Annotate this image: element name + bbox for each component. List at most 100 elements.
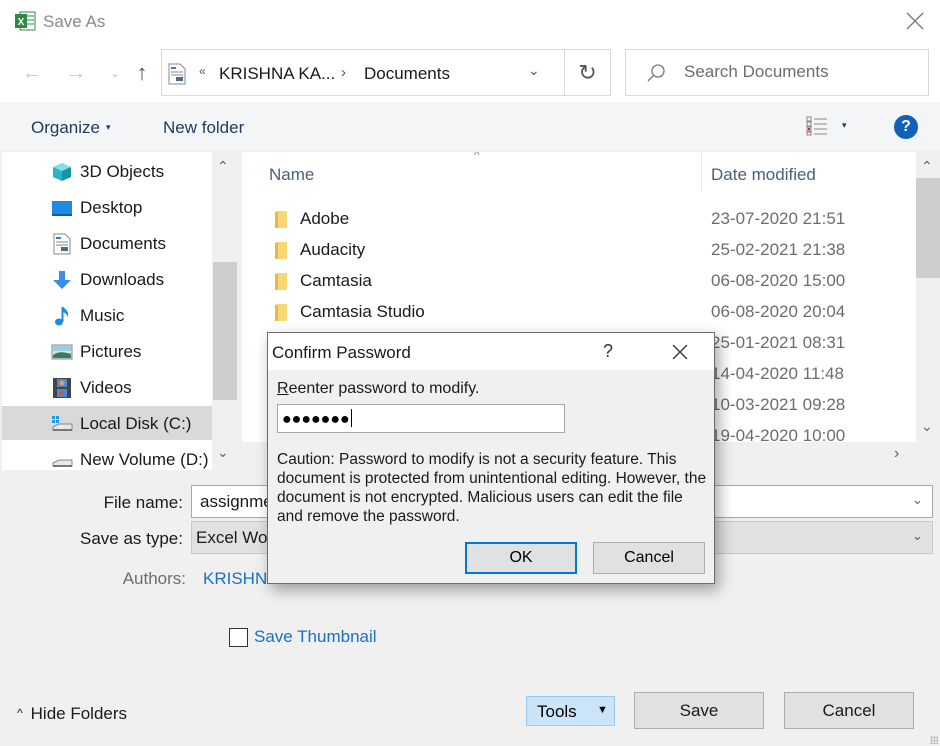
dialog-title-bar: Confirm Password ? bbox=[268, 333, 714, 370]
refresh-icon: ↻ bbox=[578, 59, 597, 85]
column-header-name[interactable]: Name bbox=[269, 165, 314, 185]
ok-button[interactable]: OK bbox=[465, 542, 577, 574]
desktop-icon bbox=[52, 201, 72, 216]
file-row[interactable]: Audacity 25-02-2021 21:38 bbox=[242, 235, 916, 266]
excel-icon: X bbox=[15, 11, 36, 31]
reenter-password-label: Reenter password to modify. bbox=[277, 380, 479, 398]
organize-label: Organize bbox=[31, 118, 100, 137]
dialog-cancel-button[interactable]: Cancel bbox=[593, 542, 705, 574]
save-as-type-label: Save as type: bbox=[79, 529, 183, 548]
sidebar-item-new-volume-d[interactable]: New Volume (D:) bbox=[2, 442, 212, 470]
scrollbar-thumb[interactable] bbox=[213, 262, 237, 400]
password-input[interactable]: ●●●●●●● bbox=[277, 404, 565, 433]
breadcrumb-documents[interactable]: Documents bbox=[364, 64, 450, 84]
caret-down-icon: ▼ bbox=[597, 704, 608, 716]
save-button[interactable]: Save bbox=[634, 692, 764, 729]
view-details-icon[interactable] bbox=[806, 116, 828, 136]
scroll-right-icon[interactable]: › bbox=[894, 445, 899, 463]
downloads-icon bbox=[53, 271, 71, 289]
breadcrumb-user[interactable]: KRISHNA KA... bbox=[219, 64, 335, 84]
command-bar: Organize ▾ New folder ▾ ? bbox=[0, 102, 940, 150]
sidebar-item-label: Music bbox=[80, 306, 125, 325]
sidebar-item-label: Local Disk (C:) bbox=[80, 414, 192, 433]
window-title: Save As bbox=[43, 12, 106, 31]
chevron-down-icon[interactable]: ⌄ bbox=[912, 492, 923, 508]
folder-icon bbox=[275, 242, 287, 259]
sidebar-item-3d-objects[interactable]: 3D Objects bbox=[2, 154, 212, 188]
tools-button[interactable]: Tools ▼ bbox=[526, 696, 615, 726]
sidebar-item-documents[interactable]: Documents bbox=[2, 226, 212, 260]
accelerator-key: R bbox=[277, 380, 289, 397]
password-value: ●●●●●●● bbox=[282, 409, 352, 429]
documents-icon bbox=[53, 233, 71, 255]
hide-folders-label: Hide Folders bbox=[30, 704, 128, 723]
column-divider[interactable] bbox=[701, 152, 702, 192]
file-date-modified: 06-08-2020 15:00 bbox=[711, 271, 846, 290]
up-button[interactable]: ↑ bbox=[130, 60, 154, 86]
caret-down-icon: ▾ bbox=[105, 122, 111, 132]
authors-value[interactable]: KRISHN bbox=[203, 569, 267, 589]
sidebar-item-label: Videos bbox=[80, 378, 132, 397]
sidebar-item-local-disk-c[interactable]: Local Disk (C:) bbox=[2, 406, 212, 440]
search-input[interactable] bbox=[684, 62, 914, 82]
file-list-vertical-scrollbar[interactable]: ⌃ ⌄ bbox=[916, 152, 940, 442]
file-date-modified: 14-04-2020 11:48 bbox=[711, 364, 844, 383]
confirm-password-dialog: Confirm Password ? Reenter password to m… bbox=[267, 332, 715, 584]
file-row[interactable]: Camtasia Studio 06-08-2020 20:04 bbox=[242, 297, 916, 328]
file-name: Camtasia bbox=[300, 271, 372, 290]
file-date-modified: 06-08-2020 20:04 bbox=[711, 302, 846, 321]
scroll-up-icon[interactable]: ⌃ bbox=[217, 158, 229, 175]
music-icon bbox=[55, 307, 69, 326]
column-header-date-modified[interactable]: Date modified bbox=[711, 165, 816, 185]
file-name: Audacity bbox=[300, 240, 366, 259]
help-button[interactable]: ? bbox=[894, 115, 918, 139]
navigation-pane: 3D Objects Desktop Documents Downloads M… bbox=[2, 152, 212, 470]
cancel-button[interactable]: Cancel bbox=[784, 692, 914, 729]
drive-icon bbox=[52, 416, 73, 431]
title-bar: X Save As bbox=[0, 0, 940, 46]
file-row[interactable]: Adobe 23-07-2020 21:51 bbox=[242, 204, 916, 235]
search-box[interactable] bbox=[625, 49, 929, 96]
resize-grip[interactable] bbox=[930, 736, 938, 744]
file-name: Camtasia Studio bbox=[300, 302, 425, 321]
sidebar-scrollbar[interactable]: ⌃ ⌄ bbox=[213, 152, 237, 470]
sidebar-item-downloads[interactable]: Downloads bbox=[2, 262, 212, 296]
tools-label: Tools bbox=[537, 702, 577, 721]
back-button[interactable]: ← bbox=[20, 60, 44, 86]
folder-icon bbox=[275, 211, 287, 228]
view-options-caret-icon[interactable]: ▾ bbox=[842, 120, 847, 131]
scrollbar-thumb[interactable] bbox=[916, 178, 940, 278]
breadcrumb-overflow[interactable]: « bbox=[199, 64, 206, 78]
scroll-down-icon[interactable]: ⌄ bbox=[217, 444, 229, 461]
sidebar-item-pictures[interactable]: Pictures bbox=[2, 334, 212, 368]
password-mask: ●●●●●●● bbox=[282, 411, 350, 428]
recent-locations-chevron-icon[interactable]: ⌄ bbox=[103, 60, 127, 86]
label-text: eenter password to modify. bbox=[288, 380, 480, 397]
save-thumbnail-label[interactable]: Save Thumbnail bbox=[254, 627, 377, 647]
sidebar-item-music[interactable]: Music bbox=[2, 298, 212, 332]
breadcrumb-separator-icon[interactable]: › bbox=[341, 64, 346, 81]
sidebar-item-videos[interactable]: Videos bbox=[2, 370, 212, 404]
close-icon[interactable] bbox=[904, 10, 926, 32]
sidebar-item-desktop[interactable]: Desktop bbox=[2, 190, 212, 224]
new-folder-button[interactable]: New folder bbox=[163, 118, 244, 138]
chevron-down-icon[interactable]: ⌄ bbox=[912, 528, 923, 544]
organize-button[interactable]: Organize ▾ bbox=[31, 118, 111, 138]
videos-icon bbox=[53, 378, 71, 398]
address-dropdown-icon[interactable]: ⌄ bbox=[528, 62, 540, 79]
refresh-button[interactable]: ↻ bbox=[565, 49, 611, 96]
documents-icon bbox=[168, 63, 186, 85]
address-bar[interactable]: « KRISHNA KA... › Documents ⌄ bbox=[161, 49, 565, 96]
scroll-up-icon[interactable]: ⌃ bbox=[921, 158, 933, 175]
file-row[interactable]: Camtasia 06-08-2020 15:00 bbox=[242, 266, 916, 297]
dialog-help-button[interactable]: ? bbox=[603, 341, 613, 362]
file-date-modified: 10-03-2021 09:28 bbox=[711, 395, 846, 414]
svg-text:X: X bbox=[18, 17, 25, 28]
forward-button[interactable]: → bbox=[64, 60, 88, 86]
close-icon[interactable] bbox=[670, 342, 690, 362]
scroll-down-icon[interactable]: ⌄ bbox=[921, 418, 933, 435]
file-date-modified: 25-01-2021 08:31 bbox=[711, 333, 846, 352]
hide-folders-button[interactable]: ^ Hide Folders bbox=[17, 704, 127, 724]
save-thumbnail-checkbox[interactable] bbox=[229, 628, 248, 647]
dialog-title: Confirm Password bbox=[272, 343, 411, 362]
